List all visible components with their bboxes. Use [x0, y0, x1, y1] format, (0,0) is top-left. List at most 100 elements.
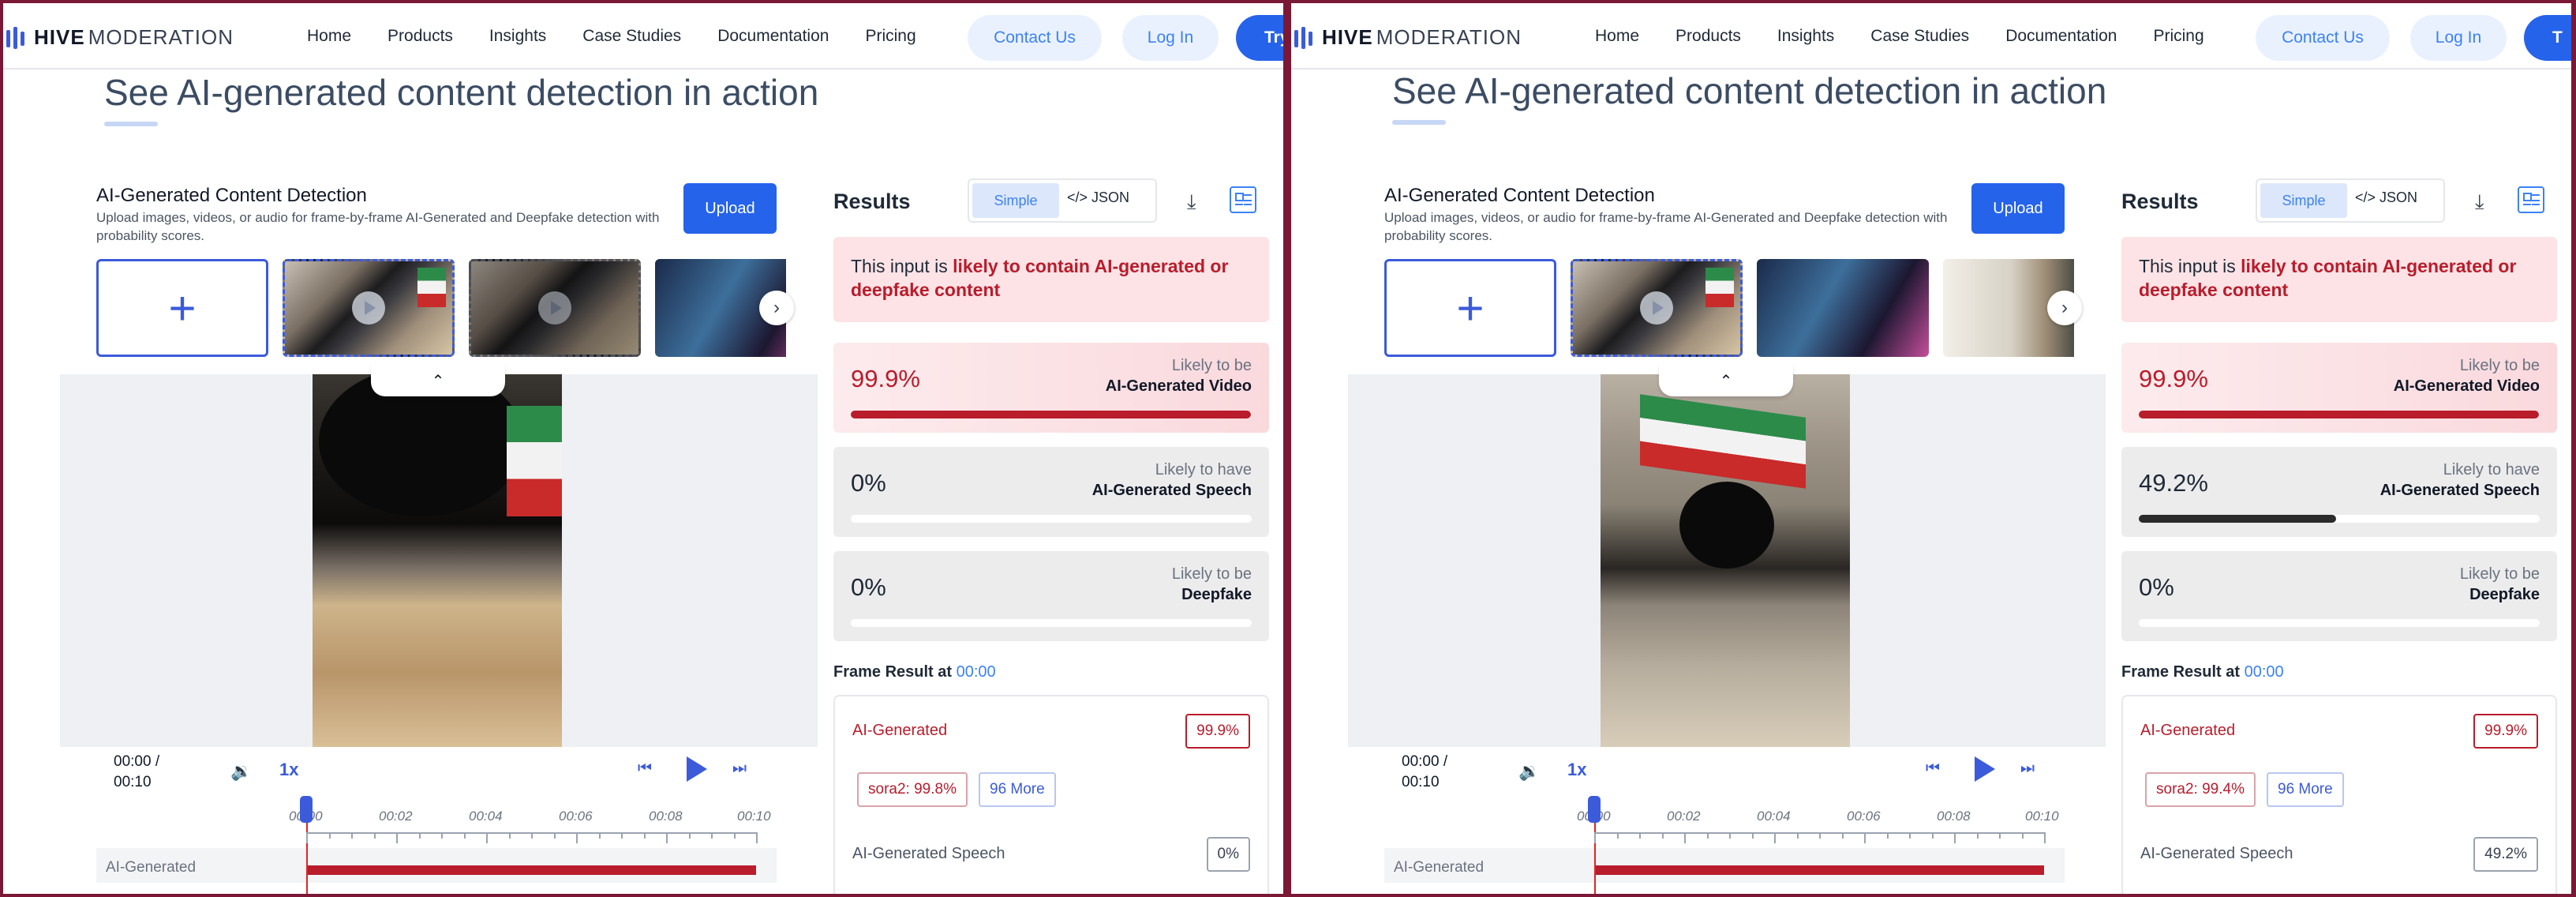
contact-us-button[interactable]: Contact Us — [968, 15, 1102, 61]
hive-logo-icon — [1294, 26, 1312, 49]
video-preview[interactable] — [313, 374, 562, 747]
tick-label: 00:06 — [559, 809, 593, 824]
layout-icon[interactable] — [1230, 186, 1256, 213]
upload-button[interactable]: Upload — [1971, 183, 2065, 234]
play-icon — [352, 291, 385, 325]
score-value: 99.9% — [2139, 365, 2208, 392]
brand-logo[interactable]: HIVE MODERATION — [6, 25, 234, 50]
score-bar — [2139, 411, 2540, 418]
screenshot-panel-left: HIVE MODERATION Home Products Insights C… — [3, 3, 1283, 894]
collapse-preview-button[interactable]: ⌃ — [371, 365, 505, 396]
nav-link-products[interactable]: Products — [388, 27, 453, 46]
nav-link-case-studies[interactable]: Case Studies — [1870, 27, 1969, 46]
thumbnails-next-button[interactable]: › — [2047, 291, 2082, 325]
detector-description: Upload images, videos, or audio for fram… — [96, 210, 660, 243]
frame-result-label: Frame Result at 00:00 — [833, 663, 996, 681]
nav-link-pricing[interactable]: Pricing — [2153, 27, 2203, 46]
timeline-tick — [1909, 832, 1911, 839]
upload-button[interactable]: Upload — [683, 183, 777, 234]
view-toggle: Simple </> JSON — [2256, 178, 2445, 223]
skip-forward-icon[interactable]: ⏭ — [732, 760, 747, 778]
tick-label: 00:06 — [1847, 809, 1881, 824]
frame-ai-value: 99.9% — [2473, 714, 2538, 749]
timeline-tick — [1684, 832, 1686, 843]
layout-icon[interactable] — [2518, 186, 2544, 213]
nav-link-pricing[interactable]: Pricing — [865, 27, 915, 46]
tunnel-opening — [1679, 482, 1774, 569]
results-title: Results — [2121, 190, 2199, 213]
score-card-deepfake: 0% Likely to be Deepfake — [833, 551, 1269, 641]
skip-back-icon[interactable]: ⏮ — [638, 760, 652, 778]
nav-link-case-studies[interactable]: Case Studies — [582, 27, 681, 46]
flag-image — [1640, 394, 1806, 489]
score-category: Deepfake — [2469, 586, 2540, 603]
thumbnail-tunnel-video-selected[interactable] — [1571, 259, 1743, 357]
results-title: Results — [833, 190, 911, 213]
log-in-button[interactable]: Log In — [1122, 15, 1219, 61]
thumbnail-woman-image[interactable] — [1757, 259, 1929, 357]
nav-link-products[interactable]: Products — [1676, 27, 1741, 46]
thumbnail-tunnel-video-selected[interactable] — [283, 259, 455, 357]
page-heading: See AI-generated content detection in ac… — [104, 72, 819, 113]
download-icon[interactable]: ⤓ — [1187, 190, 1196, 215]
timeline-tick — [508, 832, 511, 839]
video-preview[interactable] — [1601, 374, 1850, 747]
score-category: AI-Generated Video — [1105, 377, 1252, 395]
simple-view-button[interactable]: Simple — [2260, 183, 2347, 218]
play-icon — [538, 291, 571, 325]
add-media-button[interactable]: + — [1384, 259, 1556, 357]
timeline-tick — [1639, 832, 1641, 839]
playhead-handle[interactable] — [300, 796, 313, 823]
timeline-tick — [441, 832, 443, 839]
time-current: 00:00 / — [1402, 753, 1448, 770]
timeline[interactable]: 00:00 00:02 00:04 00:06 00:08 00:10 AI-G… — [1384, 796, 2065, 894]
timeline-tick — [1774, 832, 1776, 843]
current-time: 00:00 / 00:10 — [1402, 752, 1447, 793]
simple-view-button[interactable]: Simple — [972, 183, 1059, 218]
playback-speed[interactable]: 1x — [279, 760, 298, 780]
brand-logo[interactable]: HIVE MODERATION — [1294, 25, 1522, 50]
play-button[interactable] — [1975, 756, 1995, 782]
try-button[interactable]: T — [2524, 15, 2571, 61]
thumbnails-next-button[interactable]: › — [759, 291, 794, 325]
collapse-preview-button[interactable]: ⌃ — [1659, 365, 1793, 396]
timeline[interactable]: 00:00 00:02 00:04 00:06 00:08 00:10 AI-G… — [96, 796, 777, 894]
playback-speed[interactable]: 1x — [1567, 760, 1586, 780]
thumbnail-tunnel-video-2[interactable] — [469, 259, 641, 357]
brand-name-rest: MODERATION — [1376, 25, 1522, 49]
skip-back-icon[interactable]: ⏮ — [1926, 760, 1940, 778]
volume-icon[interactable]: 🔉 — [230, 761, 252, 782]
skip-forward-icon[interactable]: ⏭ — [2020, 760, 2035, 778]
nav-links: Home Products Insights Case Studies Docu… — [307, 27, 953, 46]
frame-ai-label: AI-Generated — [852, 722, 948, 739]
volume-icon[interactable]: 🔉 — [1518, 761, 1540, 782]
try-button[interactable]: Try — [1236, 15, 1283, 61]
timeline-tick — [576, 832, 578, 843]
more-models-button[interactable]: 96 More — [2267, 772, 2344, 807]
add-media-button[interactable]: + — [96, 259, 268, 357]
more-models-button[interactable]: 96 More — [979, 772, 1056, 807]
log-in-button[interactable]: Log In — [2410, 15, 2507, 61]
timeline-tick — [351, 832, 353, 839]
playhead-handle[interactable] — [1588, 796, 1601, 823]
frame-result-time[interactable]: 00:00 — [957, 663, 996, 681]
contact-us-button[interactable]: Contact Us — [2256, 15, 2390, 61]
nav-link-insights[interactable]: Insights — [489, 27, 546, 46]
play-icon — [1640, 291, 1673, 325]
nav-link-documentation[interactable]: Documentation — [2005, 27, 2117, 46]
nav-link-documentation[interactable]: Documentation — [717, 27, 829, 46]
score-value: 0% — [851, 469, 886, 497]
download-icon[interactable]: ⤓ — [2475, 190, 2484, 215]
detector-title: AI-Generated Content Detection — [96, 185, 367, 206]
nav-link-home[interactable]: Home — [1595, 27, 1639, 46]
nav-link-insights[interactable]: Insights — [1777, 27, 1834, 46]
frame-result-time[interactable]: 00:00 — [2245, 663, 2284, 681]
score-value: 49.2% — [2139, 469, 2208, 497]
json-view-button[interactable]: </> JSON — [2355, 190, 2417, 206]
timeline-tick — [688, 832, 691, 839]
json-view-button[interactable]: </> JSON — [1067, 190, 1129, 206]
tick-label: 00:02 — [379, 809, 413, 824]
frame-speech-value: 0% — [1206, 837, 1250, 872]
nav-link-home[interactable]: Home — [307, 27, 351, 46]
play-button[interactable] — [687, 756, 707, 782]
